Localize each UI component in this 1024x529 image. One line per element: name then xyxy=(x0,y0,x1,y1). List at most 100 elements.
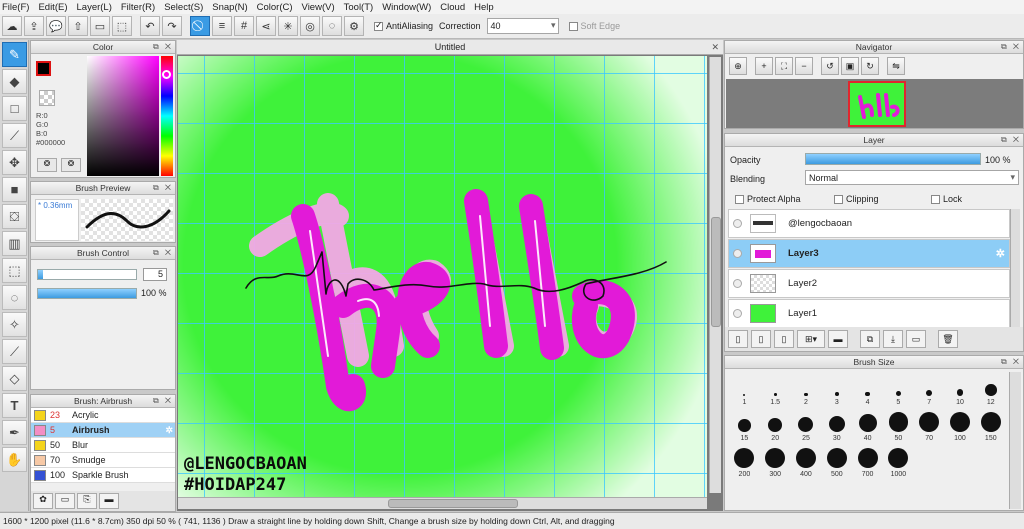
magic-wand-tool-icon[interactable]: ✧ xyxy=(2,312,27,337)
brush-item-smudge[interactable]: 70 Smudge xyxy=(31,453,175,468)
hue-slider[interactable] xyxy=(161,56,173,176)
eye-icon[interactable] xyxy=(733,249,742,258)
brush-size-option[interactable]: 400 xyxy=(791,444,822,480)
undo-icon[interactable]: ↶ xyxy=(140,16,160,36)
brush-size-slider[interactable] xyxy=(37,269,137,280)
brush-size-option[interactable]: 15 xyxy=(729,408,760,444)
layer-row[interactable]: Layer1 xyxy=(728,299,1010,328)
zoom-out-icon[interactable]: − xyxy=(795,57,813,75)
brush-item-acrylic[interactable]: 23 Acrylic xyxy=(31,408,175,423)
deselect-icon[interactable]: ⬚ xyxy=(112,16,132,36)
brush-size-option[interactable]: 5 xyxy=(883,372,914,408)
menu-help[interactable]: Help xyxy=(474,2,494,13)
eye-icon[interactable] xyxy=(733,219,742,228)
gear-icon[interactable]: ✲ xyxy=(996,247,1005,260)
panel-controls-icon[interactable]: ⧉ ✕ xyxy=(1001,41,1021,53)
brush-size-option[interactable]: 4 xyxy=(852,372,883,408)
folder-icon[interactable]: ▬ xyxy=(99,493,119,509)
new-halftone-layer-icon[interactable]: ▯ xyxy=(751,330,771,348)
brush-size-option[interactable]: 200 xyxy=(729,444,760,480)
share-icon[interactable]: ⇧ xyxy=(68,16,88,36)
hand-tool-icon[interactable]: ✋ xyxy=(2,447,27,472)
menu-color[interactable]: Color(C) xyxy=(257,2,293,13)
new-folder-icon[interactable]: ▬ xyxy=(828,330,848,348)
snap-parallel-icon[interactable]: ≡ xyxy=(212,16,232,36)
brush-size-option[interactable]: 3 xyxy=(821,372,852,408)
new-layer-icon[interactable]: ▯ xyxy=(728,330,748,348)
clear-icon[interactable]: ▭ xyxy=(90,16,110,36)
menu-filter[interactable]: Filter(R) xyxy=(121,2,155,13)
move-tool-icon[interactable]: ✥ xyxy=(2,150,27,175)
scroll-thumb[interactable] xyxy=(711,217,721,327)
drawing-canvas[interactable]: @LENGOCBAOAN #HOIDAP247 xyxy=(178,56,707,509)
zoom-fit-icon[interactable]: ⊕ xyxy=(729,57,747,75)
canvas-vertical-scrollbar[interactable] xyxy=(709,57,721,493)
brush-size-option[interactable]: 12 xyxy=(975,372,1006,408)
snap-circle-icon[interactable]: ◎ xyxy=(300,16,320,36)
correction-select[interactable]: 40 xyxy=(486,18,559,34)
clipping-checkbox[interactable] xyxy=(834,194,843,204)
panel-controls-icon[interactable]: ⧉ ✕ xyxy=(153,247,173,259)
saturation-value-picker[interactable] xyxy=(87,56,159,176)
brush-settings-icon[interactable]: ✿ xyxy=(33,493,53,509)
panel-controls-icon[interactable]: ⧉ ✕ xyxy=(153,182,173,194)
layer-row[interactable]: Layer3 ✲ xyxy=(728,239,1010,268)
menu-select[interactable]: Select(S) xyxy=(164,2,203,13)
redo-icon[interactable]: ↷ xyxy=(162,16,182,36)
scroll-thumb[interactable] xyxy=(388,499,518,508)
layer-opacity-slider[interactable] xyxy=(805,153,981,165)
brush-size-option[interactable]: 2 xyxy=(791,372,822,408)
select-eraser-tool-icon[interactable]: ◇ xyxy=(2,366,27,391)
color-wheel-icon[interactable]: ❂ xyxy=(37,158,57,172)
export-icon[interactable]: ⇪ xyxy=(24,16,44,36)
brush-size-option[interactable]: 100 xyxy=(945,408,976,444)
lock-checkbox[interactable] xyxy=(931,194,940,204)
menu-tool[interactable]: Tool(T) xyxy=(344,2,374,13)
brush-size-option[interactable]: 50 xyxy=(883,408,914,444)
brush-size-option[interactable]: 300 xyxy=(760,444,791,480)
rotate-left-icon[interactable]: ↺ xyxy=(821,57,839,75)
brush-size-option[interactable]: 500 xyxy=(821,444,852,480)
brush-item-blur[interactable]: 50 Blur xyxy=(31,438,175,453)
menu-view[interactable]: View(V) xyxy=(302,2,335,13)
snap-vanishing-icon[interactable]: ⋖ xyxy=(256,16,276,36)
snap-cross-icon[interactable]: # xyxy=(234,16,254,36)
navigator-thumbnail[interactable] xyxy=(848,81,906,127)
panel-controls-icon[interactable]: ⧉ ✕ xyxy=(153,395,173,407)
brush-size-input[interactable]: 5 xyxy=(143,268,167,281)
brush-size-option[interactable]: 1 xyxy=(729,372,760,408)
duplicate-layer-icon[interactable]: ⧉ xyxy=(860,330,880,348)
eye-icon[interactable] xyxy=(733,279,742,288)
layer-list-scrollbar[interactable] xyxy=(1010,209,1020,327)
zoom-in-icon[interactable]: + xyxy=(755,57,773,75)
rectangle-tool-icon[interactable]: □ xyxy=(2,96,27,121)
select-pen-tool-icon[interactable]: ⟋ xyxy=(2,339,27,364)
brush-size-option[interactable]: 40 xyxy=(852,408,883,444)
fill-rect-tool-icon[interactable]: ■ xyxy=(2,177,27,202)
navigator-view[interactable] xyxy=(726,79,1023,128)
merge-down-icon[interactable]: ⤓ xyxy=(883,330,903,348)
brush-tool-icon[interactable]: ✎ xyxy=(2,42,27,67)
brush-size-option[interactable]: 25 xyxy=(791,408,822,444)
gradient-tool-icon[interactable]: ▥ xyxy=(2,231,27,256)
menu-window[interactable]: Window(W) xyxy=(382,2,431,13)
brush-size-option[interactable]: 70 xyxy=(914,408,945,444)
cloud-icon[interactable]: ☁ xyxy=(2,16,22,36)
snap-settings-icon[interactable]: ⚙ xyxy=(344,16,364,36)
comment-icon[interactable]: 💬 xyxy=(46,16,66,36)
layer-row[interactable]: Layer2 xyxy=(728,269,1010,298)
flip-icon[interactable]: ⇋ xyxy=(887,57,905,75)
fit-window-icon[interactable]: ▣ xyxy=(841,57,859,75)
transparent-color-swatch[interactable] xyxy=(39,90,55,106)
eraser-tool-icon[interactable]: ◆ xyxy=(2,69,27,94)
panel-controls-icon[interactable]: ⧉ ✕ xyxy=(1001,134,1021,146)
gear-icon[interactable]: ✲ xyxy=(165,425,173,436)
eye-icon[interactable] xyxy=(733,309,742,318)
clear-layer-icon[interactable]: ▭ xyxy=(906,330,926,348)
lasso-tool-icon[interactable]: ◌ xyxy=(2,285,27,310)
document-tab[interactable]: Untitled ✕ xyxy=(177,40,723,55)
add-layer-menu-icon[interactable]: ⊞▾ xyxy=(797,330,825,348)
menu-snap[interactable]: Snap(N) xyxy=(212,2,247,13)
foreground-color-swatch[interactable] xyxy=(36,61,51,76)
text-tool-icon[interactable]: T xyxy=(2,393,27,418)
